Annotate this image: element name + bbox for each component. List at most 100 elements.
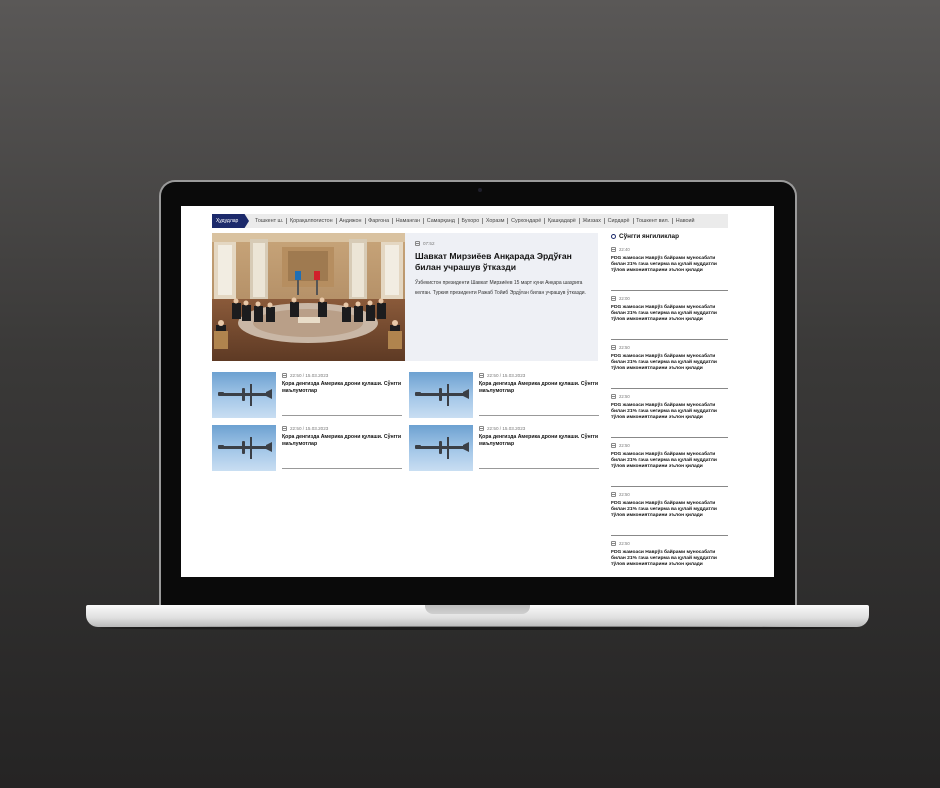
- divider: [479, 468, 599, 469]
- featured-meta: 07:52: [415, 241, 588, 246]
- latest-news-item[interactable]: 22:50 FDG жамоаси Наврўз байрами муносаб…: [611, 541, 728, 577]
- latest-news-meta: 22:50: [611, 541, 728, 546]
- sidebar-header: Сўнгги янгиликлар: [611, 233, 728, 240]
- circle-icon: [611, 234, 616, 239]
- news-card-photo[interactable]: [409, 425, 473, 471]
- news-card-date: 22:50 / 15.03.2023: [487, 373, 526, 378]
- latest-news-time: 22:00: [619, 296, 630, 301]
- latest-news-item[interactable]: 22:00 FDG жамоаси Наврўз байрами муносаб…: [611, 296, 728, 340]
- news-card-title[interactable]: Қора денгизда Америка дрони қулаши. Сўнг…: [479, 434, 599, 447]
- news-card-body: 22:50 / 15.03.2023 Қора денгизда Америка…: [479, 425, 599, 471]
- news-card-body: 22:50 / 15.03.2023 Қора денгизда Америка…: [282, 425, 402, 471]
- calendar-icon: [282, 373, 287, 378]
- region-link[interactable]: Навоий: [673, 214, 698, 228]
- calendar-icon: [611, 296, 616, 301]
- region-link[interactable]: Қашқадарё: [545, 214, 579, 228]
- news-card-body: 22:50 / 15.03.2023 Қора денгизда Америка…: [479, 372, 599, 418]
- latest-news-item[interactable]: 22:40 FDG жамоаси Наврўз байрами муносаб…: [611, 247, 728, 291]
- divider: [611, 535, 728, 536]
- laptop-base: [86, 605, 869, 627]
- news-card[interactable]: 22:50 / 15.03.2023 Қора денгизда Америка…: [212, 372, 402, 418]
- region-nav-label: Ҳудудлар: [212, 214, 249, 228]
- news-card-body: 22:50 / 15.03.2023 Қора денгизда Америка…: [282, 372, 402, 418]
- latest-news-meta: 22:50: [611, 394, 728, 399]
- latest-news-time: 22:50: [619, 541, 630, 546]
- latest-news-title[interactable]: FDG жамоаси Наврўз байрами муносабати би…: [611, 550, 728, 568]
- latest-news-meta: 22:50: [611, 443, 728, 448]
- latest-news-title[interactable]: FDG жамоаси Наврўз байрами муносабати би…: [611, 501, 728, 519]
- featured-photo[interactable]: [212, 233, 405, 361]
- latest-news-meta: 22:40: [611, 247, 728, 252]
- latest-news-meta: 22:50: [611, 345, 728, 350]
- featured-excerpt: Ўзбекистон президенти Шавкат Мирзиёев 15…: [415, 280, 586, 296]
- calendar-icon: [415, 241, 420, 246]
- camera-icon: [478, 188, 482, 192]
- divider: [611, 388, 728, 389]
- latest-news-title[interactable]: FDG жамоаси Наврўз байрами муносабати би…: [611, 403, 728, 421]
- latest-news-title[interactable]: FDG жамоаси Наврўз байрами муносабати би…: [611, 256, 728, 274]
- featured-article[interactable]: 07:52 Шавкат Мирзиёев Анқарада Эрдўған б…: [212, 233, 598, 361]
- calendar-icon: [611, 492, 616, 497]
- region-nav: Ҳудудлар Тошкент ш. Қорақалпоғистон Анди…: [212, 214, 728, 228]
- featured-title[interactable]: Шавкат Мирзиёев Анқарада Эрдўған билан у…: [415, 251, 588, 273]
- news-card-photo[interactable]: [409, 372, 473, 418]
- sidebar-title: Сўнгги янгиликлар: [619, 233, 680, 240]
- news-card-date: 22:50 / 15.03.2023: [290, 426, 329, 431]
- news-card-title[interactable]: Қора денгизда Америка дрони қулаши. Сўнг…: [282, 381, 402, 394]
- news-card[interactable]: 22:50 / 15.03.2023 Қора денгизда Америка…: [409, 425, 599, 471]
- divider: [282, 468, 402, 469]
- latest-news-item[interactable]: 22:50 FDG жамоаси Наврўз байрами муносаб…: [611, 443, 728, 487]
- region-link[interactable]: Сурхондарё: [508, 214, 544, 228]
- latest-news-time: 22:40: [619, 247, 630, 252]
- region-link[interactable]: Самарқанд: [424, 214, 458, 228]
- laptop-shadow: [100, 626, 855, 630]
- latest-news-time: 22:50: [619, 443, 630, 448]
- calendar-icon: [282, 426, 287, 431]
- news-card-meta: 22:50 / 15.03.2023: [282, 373, 402, 378]
- news-card-photo[interactable]: [212, 372, 276, 418]
- news-card-title[interactable]: Қора денгизда Америка дрони қулаши. Сўнг…: [282, 434, 402, 447]
- news-card-title[interactable]: Қора денгизда Америка дрони қулаши. Сўнг…: [479, 381, 599, 394]
- calendar-icon: [611, 541, 616, 546]
- laptop-notch: [425, 605, 530, 614]
- latest-news-title[interactable]: FDG жамоаси Наврўз байрами муносабати би…: [611, 354, 728, 372]
- news-card[interactable]: 22:50 / 15.03.2023 Қора денгизда Америка…: [212, 425, 402, 471]
- latest-news-item[interactable]: 22:50 FDG жамоаси Наврўз байрами муносаб…: [611, 345, 728, 389]
- calendar-icon: [611, 443, 616, 448]
- region-list: Тошкент ш. Қорақалпоғистон Андижон Фарғо…: [252, 214, 698, 228]
- latest-news-time: 22:50: [619, 394, 630, 399]
- calendar-icon: [611, 247, 616, 252]
- calendar-icon: [611, 394, 616, 399]
- latest-news-meta: 22:00: [611, 296, 728, 301]
- region-link[interactable]: Андижон: [336, 214, 364, 228]
- latest-news-time: 22:50: [619, 345, 630, 350]
- latest-news-sidebar: Сўнгги янгиликлар 22:40 FDG жамоаси Навр…: [611, 233, 728, 567]
- latest-news-meta: 22:50: [611, 492, 728, 497]
- region-link[interactable]: Тошкент вил.: [633, 214, 672, 228]
- browser-viewport: Ҳудудлар Тошкент ш. Қорақалпоғистон Анди…: [181, 206, 774, 577]
- region-link[interactable]: Тошкент ш.: [252, 214, 286, 228]
- latest-news-item[interactable]: 22:50 FDG жамоаси Наврўз байрами муносаб…: [611, 492, 728, 536]
- region-link[interactable]: Фарғона: [365, 214, 392, 228]
- latest-news-title[interactable]: FDG жамоаси Наврўз байрами муносабати би…: [611, 305, 728, 323]
- latest-news-item[interactable]: 22:50 FDG жамоаси Наврўз байрами муносаб…: [611, 394, 728, 438]
- featured-body: 07:52 Шавкат Мирзиёев Анқарада Эрдўған б…: [405, 233, 598, 361]
- divider: [611, 486, 728, 487]
- news-card-date: 22:50 / 15.03.2023: [487, 426, 526, 431]
- news-card-photo[interactable]: [212, 425, 276, 471]
- news-card[interactable]: 22:50 / 15.03.2023 Қора денгизда Америка…: [409, 372, 599, 418]
- featured-time: 07:52: [423, 241, 435, 246]
- news-card-meta: 22:50 / 15.03.2023: [282, 426, 402, 431]
- region-link[interactable]: Жиззах: [579, 214, 604, 228]
- region-link[interactable]: Хоразм: [483, 214, 508, 228]
- divider: [611, 437, 728, 438]
- calendar-icon: [479, 426, 484, 431]
- divider: [611, 339, 728, 340]
- region-link[interactable]: Сирдарё: [605, 214, 633, 228]
- latest-news-title[interactable]: FDG жамоаси Наврўз байрами муносабати би…: [611, 452, 728, 470]
- region-link[interactable]: Наманган: [393, 214, 423, 228]
- calendar-icon: [611, 345, 616, 350]
- region-link[interactable]: Бухоро: [458, 214, 482, 228]
- region-link[interactable]: Қорақалпоғистон: [287, 214, 336, 228]
- divider: [479, 415, 599, 416]
